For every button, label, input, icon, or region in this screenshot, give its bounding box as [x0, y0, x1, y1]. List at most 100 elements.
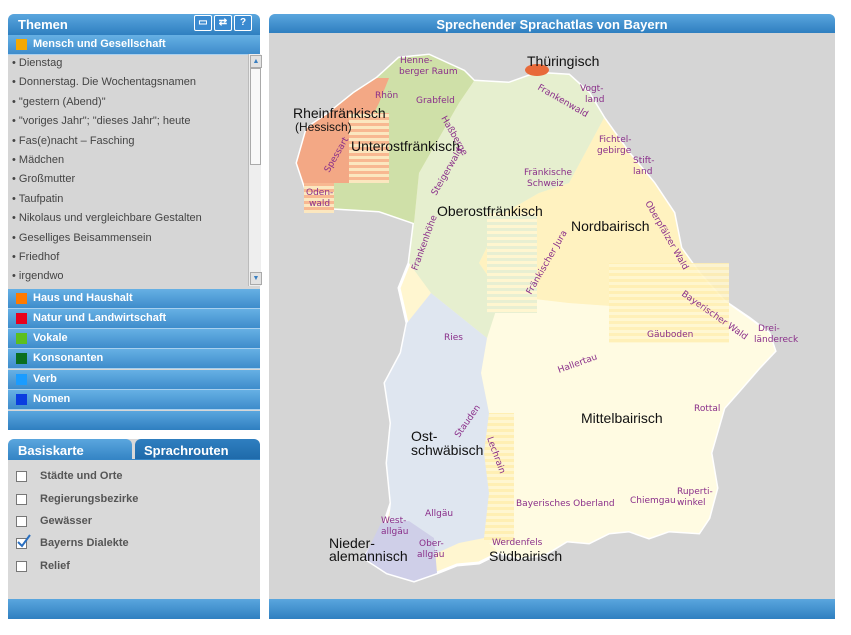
region-label-dreilaendereck-2: ländereck — [754, 335, 799, 345]
topic-list-scrollbar[interactable]: ▲ ▼ — [248, 54, 262, 286]
category-label: Verb — [33, 373, 57, 385]
dialect-label-hessisch: (Hessisch) — [295, 120, 352, 134]
checkbox[interactable] — [16, 516, 27, 527]
map-panel-footer — [269, 599, 835, 619]
layer-option-label: Regierungsbezirke — [40, 493, 139, 505]
layer-option-label: Städte und Orte — [40, 470, 123, 482]
dialect-label-oberostfraenkisch: Oberostfränkisch — [437, 203, 543, 219]
region-label-rottal: Rottal — [694, 404, 720, 414]
themes-panel: Themen ▭ ⇄ ? Mensch und Gesellschaft • D… — [8, 14, 262, 430]
hatch-oberostfraenkisch — [487, 213, 537, 313]
region-label-grabfeld: Grabfeld — [416, 96, 455, 106]
region-label-allgaeu: Allgäu — [425, 509, 453, 519]
region-label-gaeuboden: Gäuboden — [647, 330, 693, 340]
scroll-up-icon[interactable]: ▲ — [250, 55, 262, 68]
category-vokale[interactable]: Vokale — [8, 329, 260, 349]
region-label-odenwald-2: wald — [309, 199, 330, 209]
category-color-square — [16, 374, 27, 385]
tab-basiskarte[interactable]: Basiskarte — [8, 439, 132, 459]
region-label-stiftland-1: Stift- — [633, 156, 655, 166]
list-item[interactable]: • irgendwo — [8, 267, 248, 286]
dialect-label-unterostfraenkisch: Unterostfränkisch — [351, 138, 460, 154]
region-label-vogtland-2: land — [585, 95, 604, 105]
list-item[interactable]: • Dienstag — [8, 54, 248, 73]
layers-panel-footer — [8, 599, 260, 619]
dialect-label-thueringisch: Thüringisch — [527, 53, 599, 69]
map-title: Sprechender Sprachatlas von Bayern — [436, 17, 668, 32]
category-color-square — [16, 39, 27, 50]
topic-list: • Dienstag • Donnerstag. Die Wochentagsn… — [8, 54, 248, 294]
region-label-werdenfels: Werdenfels — [492, 538, 543, 548]
category-label: Konsonanten — [33, 352, 104, 364]
list-item[interactable]: • Geselliges Beisammensein — [8, 229, 248, 248]
layer-option-label: Relief — [40, 560, 70, 572]
region-label-rupertiwinkel-2: winkel — [677, 498, 706, 508]
tab-basiskarte-label: Basiskarte — [18, 443, 84, 458]
list-item[interactable]: • Großmutter — [8, 170, 248, 189]
map-header: Sprechender Sprachatlas von Bayern — [269, 14, 835, 33]
region-label-oberallgaeu-1: Ober- — [419, 539, 444, 549]
region-label-ries: Ries — [444, 333, 463, 343]
region-label-bayerisches-oberland: Bayerisches Oberland — [516, 499, 615, 509]
category-mensch-und-gesellschaft[interactable]: Mensch und Gesellschaft — [8, 35, 260, 55]
region-label-rupertiwinkel-1: Ruperti- — [677, 487, 713, 497]
region-label-dreilaendereck-1: Drei- — [758, 324, 780, 334]
themes-panel-footer — [8, 411, 260, 430]
category-color-square — [16, 394, 27, 405]
region-label-fraenkische-schweiz-2: Schweiz — [527, 179, 564, 189]
region-label-fichtelgebirge-1: Fichtel- — [599, 135, 632, 145]
checkbox[interactable] — [16, 561, 27, 572]
window-icon[interactable]: ▭ — [194, 15, 212, 31]
tab-sprachrouten-label: Sprachrouten — [144, 443, 229, 458]
category-color-square — [16, 293, 27, 304]
list-item[interactable]: • "gestern (Abend)" — [8, 93, 248, 112]
tab-sprachrouten[interactable]: Sprachrouten — [135, 439, 260, 459]
region-label-westallgaeu-2: allgäu — [381, 527, 408, 537]
list-item[interactable]: • Friedhof — [8, 248, 248, 267]
list-item[interactable]: • Donnerstag. Die Wochentagsnamen — [8, 73, 248, 92]
dialect-label-suedbairisch: Südbairisch — [489, 548, 562, 564]
dialect-label-niederalemannisch-2: alemannisch — [329, 548, 408, 564]
category-verb[interactable]: Verb — [8, 370, 260, 390]
region-label-odenwald-1: Oden- — [306, 188, 333, 198]
list-item[interactable]: • Fas(e)nacht – Fasching — [8, 132, 248, 151]
category-label: Nomen — [33, 393, 71, 405]
checkmark-icon — [17, 534, 31, 548]
list-item[interactable]: • "voriges Jahr"; "dieses Jahr"; heute — [8, 112, 248, 131]
checkbox[interactable] — [16, 471, 27, 482]
category-color-square — [16, 333, 27, 344]
region-label-westallgaeu-1: West- — [381, 516, 406, 526]
category-label: Haus und Haushalt — [33, 292, 133, 304]
category-color-square — [16, 313, 27, 324]
dialect-label-ostschwaebisch-2: schwäbisch — [411, 442, 483, 458]
region-label-vogtland-1: Vogt- — [580, 84, 603, 94]
region-label-fraenkische-schweiz-1: Fränkische — [524, 168, 572, 178]
list-item[interactable]: • Nikolaus und vergleichbare Gestalten — [8, 209, 248, 228]
themes-header: Themen ▭ ⇄ ? — [8, 14, 260, 35]
category-haus-und-haushalt[interactable]: Haus und Haushalt — [8, 289, 260, 309]
dialect-label-mittelbairisch: Mittelbairisch — [581, 410, 663, 426]
category-konsonanten[interactable]: Konsonanten — [8, 349, 260, 369]
checkbox[interactable] — [16, 494, 27, 505]
category-natur-und-landwirtschaft[interactable]: Natur und Landwirtschaft — [8, 309, 260, 329]
region-label-oberallgaeu-2: allgäu — [417, 550, 444, 560]
dialect-label-rheinfraenkisch: Rheinfränkisch — [293, 105, 386, 121]
list-item[interactable]: • Taufpatin — [8, 190, 248, 209]
region-label-henneberger-2: berger Raum — [399, 67, 458, 77]
category-label: Natur und Landwirtschaft — [33, 312, 167, 324]
dialect-label-nordbairisch: Nordbairisch — [571, 218, 650, 234]
category-label: Vokale — [33, 332, 68, 344]
swap-icon[interactable]: ⇄ — [214, 15, 232, 31]
themes-title: Themen — [18, 17, 68, 32]
help-icon[interactable]: ? — [234, 15, 252, 31]
hatch-mittelbairisch-west — [484, 413, 514, 543]
scroll-down-icon[interactable]: ▼ — [250, 272, 262, 285]
dialect-map[interactable]: Thüringisch Rheinfränkisch (Hessisch) Un… — [269, 33, 835, 599]
category-nomen[interactable]: Nomen — [8, 390, 260, 410]
scrollbar-thumb[interactable] — [250, 68, 261, 165]
list-item[interactable]: • Mädchen — [8, 151, 248, 170]
layers-panel: Basiskarte Sprachrouten Städte und Orte … — [8, 439, 260, 619]
layer-option-label: Bayerns Dialekte — [40, 537, 129, 549]
region-label-chiemgau: Chiemgau — [630, 496, 676, 506]
tab-underline — [8, 459, 260, 460]
